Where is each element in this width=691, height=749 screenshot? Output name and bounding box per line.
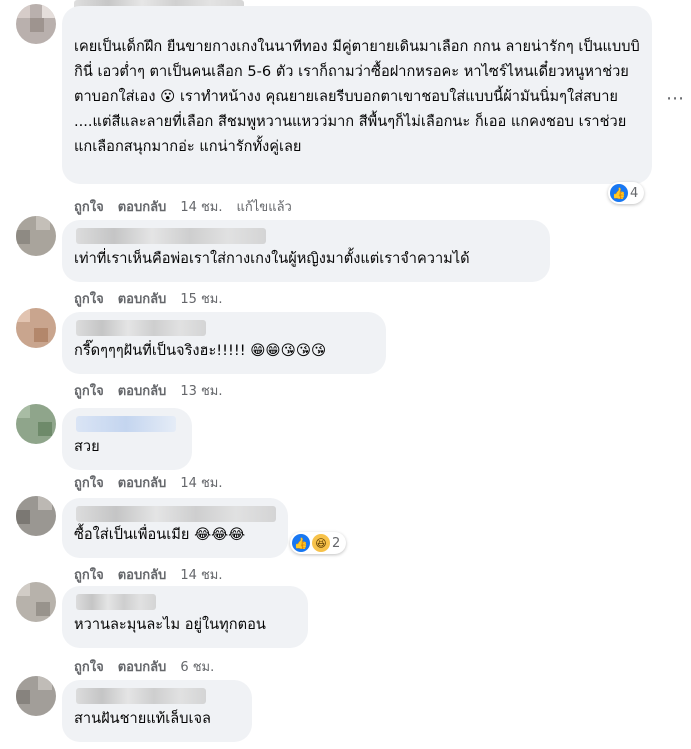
like-button[interactable]: ถูกใจ <box>74 656 104 677</box>
comment-actions: ถูกใจ ตอบกลับ 13 ชม. <box>74 380 223 401</box>
avatar[interactable] <box>16 404 56 444</box>
comment-actions: ถูกใจ ตอบกลับ 14 ชม. <box>74 472 223 493</box>
reply-button[interactable]: ตอบกลับ <box>118 656 167 677</box>
comment-actions: ถูกใจ ตอบกลับ 6 ชม. <box>74 656 214 677</box>
like-button[interactable]: ถูกใจ <box>74 380 104 401</box>
comment-text: สานฝันชายแท้เล็บเจล <box>74 710 211 727</box>
timestamp[interactable]: 14 ชม. <box>180 472 222 493</box>
comment-bubble: สวย <box>62 408 192 470</box>
timestamp[interactable]: 14 ชม. <box>180 564 222 585</box>
comment-actions: ถูกใจ ตอบกลับ 14 ชม. แก้ไขแล้ว <box>74 196 292 217</box>
avatar[interactable] <box>16 676 56 716</box>
reply-button[interactable]: ตอบกลับ <box>118 472 167 493</box>
timestamp[interactable]: 14 ชม. <box>180 196 222 217</box>
author-name-blurred <box>76 416 176 432</box>
comment-text: หวานละมุนละไม อยู่ในทุกตอน <box>74 616 266 633</box>
author-name-blurred <box>76 320 206 336</box>
reaction-summary[interactable]: 👍 😆 2 <box>290 532 347 554</box>
comment-text: เคยเป็นเด็กฝึก ยืนขายกางเกงในนาทีทอง มีค… <box>74 38 640 155</box>
like-reaction-icon: 👍 <box>610 184 628 202</box>
like-button[interactable]: ถูกใจ <box>74 288 104 309</box>
comment-bubble: เคยเป็นเด็กฝึก ยืนขายกางเกงในนาทีทอง มีค… <box>62 6 652 184</box>
like-button[interactable]: ถูกใจ <box>74 564 104 585</box>
avatar[interactable] <box>16 216 56 256</box>
author-name-blurred <box>76 688 206 704</box>
edited-label: แก้ไขแล้ว <box>236 200 292 215</box>
comment-text: ซื้อใส่เป็นเพื่อนเมีย 😂😂😂 <box>74 526 246 543</box>
comment-bubble: เท่าที่เราเห็นคือพ่อเราใส่กางเกงในผู้หญิ… <box>62 220 550 282</box>
timestamp[interactable]: 15 ชม. <box>180 288 222 309</box>
like-reaction-icon: 👍 <box>292 534 310 552</box>
author-name-blurred <box>76 228 266 244</box>
comment-bubble: กรี๊ดๆๆๆฝันที่เป็นจริงฮะ!!!!! 😁😁😘😘😘 <box>62 312 386 374</box>
avatar[interactable] <box>16 496 56 536</box>
reply-button[interactable]: ตอบกลับ <box>118 564 167 585</box>
author-name-blurred <box>76 594 156 610</box>
comment-bubble: ซื้อใส่เป็นเพื่อนเมีย 😂😂😂 <box>62 498 288 558</box>
reply-button[interactable]: ตอบกลับ <box>118 380 167 401</box>
reaction-summary[interactable]: 👍 4 <box>608 182 645 204</box>
comment-actions: ถูกใจ ตอบกลับ 15 ชม. <box>74 288 223 309</box>
reaction-count: 4 <box>630 185 639 201</box>
comment-text: สวย <box>74 438 100 455</box>
comment-bubble: สานฝันชายแท้เล็บเจล <box>62 680 252 742</box>
comment-text: กรี๊ดๆๆๆฝันที่เป็นจริงฮะ!!!!! 😁😁😘😘😘 <box>74 342 327 359</box>
reply-button[interactable]: ตอบกลับ <box>118 196 167 217</box>
reaction-count: 2 <box>332 535 341 551</box>
author-name-blurred <box>76 506 276 522</box>
timestamp[interactable]: 6 ชม. <box>180 656 214 677</box>
reply-button[interactable]: ตอบกลับ <box>118 288 167 309</box>
more-options-icon[interactable]: ⋯ <box>666 88 685 109</box>
haha-reaction-icon: 😆 <box>312 534 330 552</box>
comment-bubble: หวานละมุนละไม อยู่ในทุกตอน <box>62 586 308 648</box>
comment-text: เท่าที่เราเห็นคือพ่อเราใส่กางเกงในผู้หญิ… <box>74 250 470 267</box>
comment-actions: ถูกใจ ตอบกลับ 14 ชม. <box>74 564 223 585</box>
like-button[interactable]: ถูกใจ <box>74 196 104 217</box>
like-button[interactable]: ถูกใจ <box>74 472 104 493</box>
avatar[interactable] <box>16 4 56 44</box>
avatar[interactable] <box>16 308 56 348</box>
avatar[interactable] <box>16 582 56 622</box>
timestamp[interactable]: 13 ชม. <box>180 380 222 401</box>
